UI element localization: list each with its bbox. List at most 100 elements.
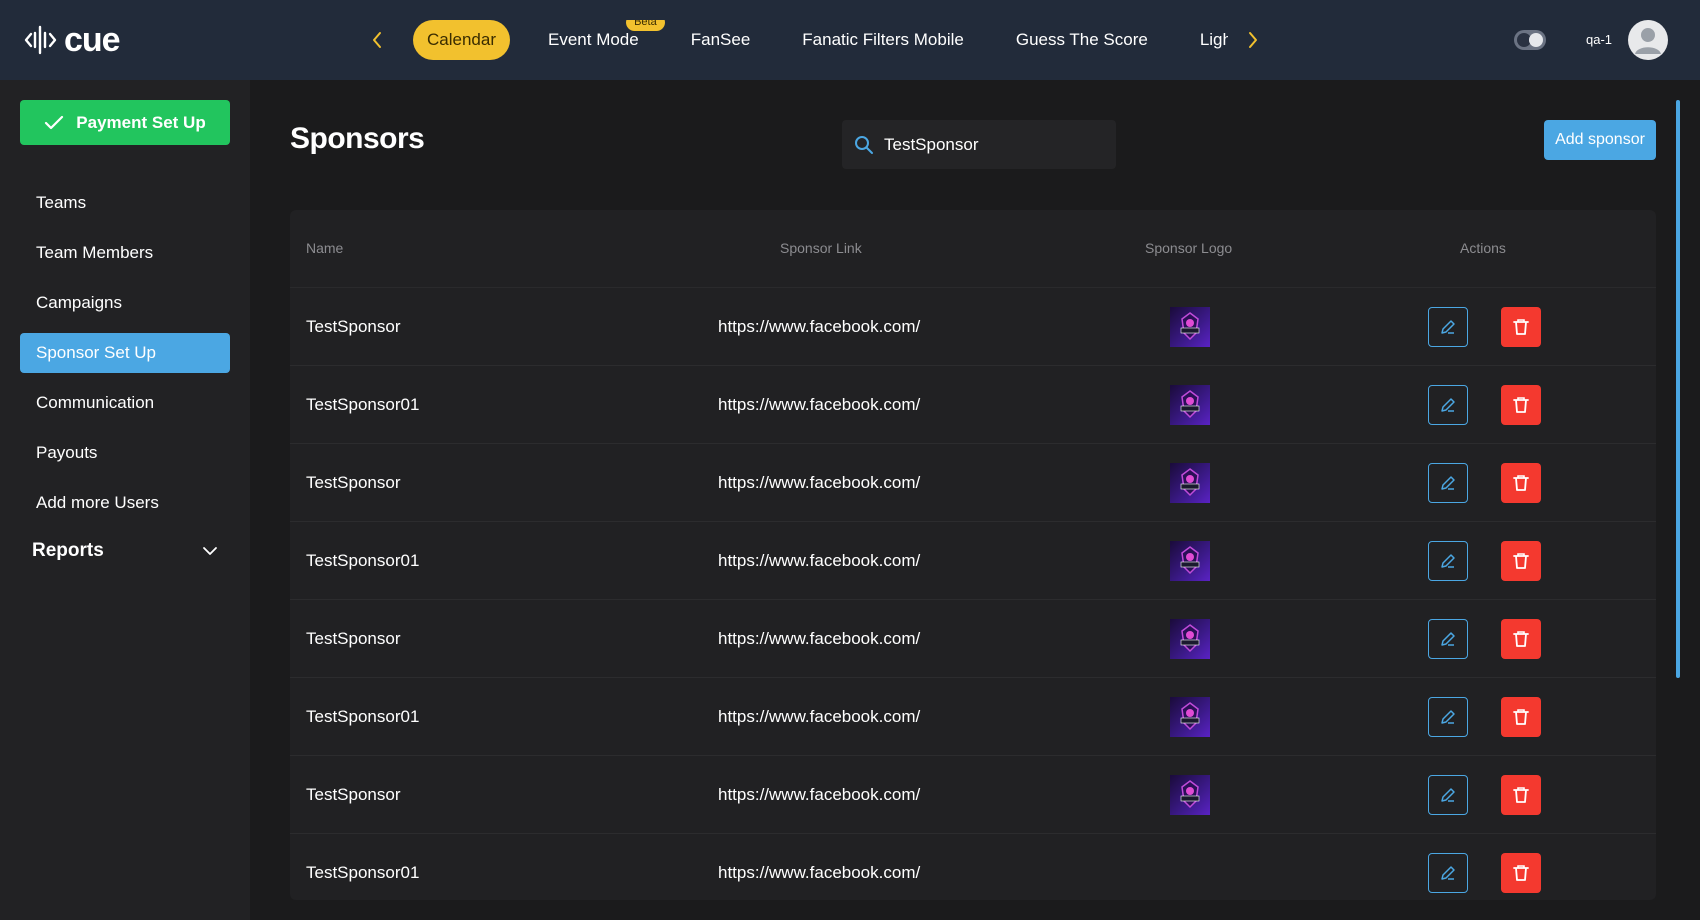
sidebar-item-campaigns[interactable]: Campaigns <box>20 283 230 323</box>
tab-fansee[interactable]: FanSee <box>677 20 765 60</box>
delete-button[interactable] <box>1501 307 1541 347</box>
tab-guess-the-score[interactable]: Guess The Score <box>1002 20 1162 60</box>
sponsor-logo-image <box>1170 385 1210 425</box>
user-avatar-icon <box>1635 28 1661 54</box>
sponsor-link[interactable]: https://www.facebook.com/ <box>718 707 920 727</box>
edit-button[interactable] <box>1428 307 1468 347</box>
sponsor-logo-image <box>1170 463 1210 503</box>
sponsor-link[interactable]: https://www.facebook.com/ <box>718 785 920 805</box>
search-input[interactable] <box>884 134 1104 155</box>
trash-icon <box>1512 629 1530 649</box>
chevron-left-icon <box>373 32 381 48</box>
theme-toggle[interactable] <box>1514 30 1546 50</box>
edit-pencil-icon <box>1438 629 1458 649</box>
sidebar-item-sponsor-set-up[interactable]: Sponsor Set Up <box>20 333 230 373</box>
table-row: TestSponsor https://www.facebook.com/ <box>290 756 1656 834</box>
column-header-actions: Actions <box>1460 240 1506 256</box>
sidebar-item-payouts[interactable]: Payouts <box>20 433 230 473</box>
brand-logo[interactable]: cue <box>24 20 121 60</box>
delete-button[interactable] <box>1501 619 1541 659</box>
sidebar-item-team-members[interactable]: Team Members <box>20 233 230 273</box>
column-header-sponsor-logo: Sponsor Logo <box>1145 240 1233 256</box>
sponsor-logo-image <box>1170 541 1210 581</box>
delete-button[interactable] <box>1501 385 1541 425</box>
table-row: TestSponsor01 https://www.facebook.com/ <box>290 834 1656 900</box>
table-body: TestSponsor https://www.facebook.com/Test… <box>290 288 1656 900</box>
sidebar-item-add-more-users[interactable]: Add more Users <box>20 483 230 523</box>
sponsor-name: TestSponsor01 <box>306 551 420 570</box>
edit-pencil-icon <box>1438 785 1458 805</box>
table-row: TestSponsor https://www.facebook.com/ <box>290 288 1656 366</box>
delete-button[interactable] <box>1501 775 1541 815</box>
trash-icon <box>1512 551 1530 571</box>
edit-button[interactable] <box>1428 619 1468 659</box>
sidebar-reports-dropdown[interactable]: Reports <box>20 531 230 571</box>
sidebar-item-teams[interactable]: Teams <box>20 183 230 223</box>
username-label: qa-1 <box>1586 32 1613 47</box>
column-header-sponsor-link: Sponsor Link <box>780 240 862 256</box>
check-icon <box>45 115 64 129</box>
table-row: TestSponsor01 https://www.facebook.com/ <box>290 678 1656 756</box>
nav-scroll-right-button[interactable] <box>1238 24 1268 56</box>
table-row: TestSponsor https://www.facebook.com/ <box>290 444 1656 522</box>
sponsor-name: TestSponsor <box>306 317 401 336</box>
sponsor-link[interactable]: https://www.facebook.com/ <box>718 863 920 883</box>
tab-fanatic-filters-mobile[interactable]: Fanatic Filters Mobile <box>788 20 978 60</box>
table-header: Name Sponsor Link Sponsor Logo Actions <box>290 210 1656 288</box>
brand-name: cue <box>64 20 121 59</box>
nav-tabs: Calendar Event Mode Beta FanSee Fanatic … <box>413 20 1228 60</box>
user-avatar[interactable] <box>1628 20 1668 60</box>
edit-button[interactable] <box>1428 853 1468 893</box>
sponsor-name: TestSponsor01 <box>306 395 420 414</box>
tab-label: Event Mode <box>548 30 639 49</box>
sponsor-logo-image <box>1170 697 1210 737</box>
sponsors-table: Name Sponsor Link Sponsor Logo Actions T… <box>290 210 1656 900</box>
tab-event-mode[interactable]: Event Mode Beta <box>534 20 665 60</box>
edit-button[interactable] <box>1428 697 1468 737</box>
add-sponsor-button[interactable]: Add sponsor <box>1544 120 1656 160</box>
edit-button[interactable] <box>1428 385 1468 425</box>
trash-icon <box>1512 317 1530 337</box>
scrollbar[interactable] <box>1676 100 1680 678</box>
edit-pencil-icon <box>1438 473 1458 493</box>
waveform-logo-icon <box>24 25 57 55</box>
delete-button[interactable] <box>1501 463 1541 503</box>
edit-button[interactable] <box>1428 775 1468 815</box>
sponsor-logo-image <box>1170 775 1210 815</box>
sponsor-link[interactable]: https://www.facebook.com/ <box>718 629 920 649</box>
delete-button[interactable] <box>1501 697 1541 737</box>
edit-pencil-icon <box>1438 551 1458 571</box>
edit-button[interactable] <box>1428 463 1468 503</box>
trash-icon <box>1512 863 1530 883</box>
delete-button[interactable] <box>1501 853 1541 893</box>
sponsor-link[interactable]: https://www.facebook.com/ <box>718 473 920 493</box>
payment-setup-button[interactable]: Payment Set Up <box>20 100 230 145</box>
page-title: Sponsors <box>290 122 425 155</box>
sponsor-logo-image <box>1170 307 1210 347</box>
sponsor-name: TestSponsor <box>306 629 401 648</box>
edit-pencil-icon <box>1438 707 1458 727</box>
sponsor-link[interactable]: https://www.facebook.com/ <box>718 395 920 415</box>
search-box[interactable] <box>842 120 1116 169</box>
beta-badge: Beta <box>626 20 665 31</box>
reports-label: Reports <box>32 540 104 561</box>
sidebar: Payment Set Up Teams Team Members Campai… <box>0 80 250 920</box>
top-navigation-bar: cue Calendar Event Mode Beta FanSee Fana… <box>0 0 1700 80</box>
sponsor-link[interactable]: https://www.facebook.com/ <box>718 317 920 337</box>
sidebar-item-communication[interactable]: Communication <box>20 383 230 423</box>
chevron-down-icon <box>203 547 217 555</box>
trash-icon <box>1512 785 1530 805</box>
tab-calendar[interactable]: Calendar <box>413 20 510 60</box>
edit-pencil-icon <box>1438 863 1458 883</box>
trash-icon <box>1512 473 1530 493</box>
delete-button[interactable] <box>1501 541 1541 581</box>
edit-button[interactable] <box>1428 541 1468 581</box>
sponsor-link[interactable]: https://www.facebook.com/ <box>718 551 920 571</box>
sponsor-name: TestSponsor <box>306 785 401 804</box>
table-row: TestSponsor01 https://www.facebook.com/ <box>290 366 1656 444</box>
column-header-name: Name <box>306 240 344 256</box>
edit-pencil-icon <box>1438 317 1458 337</box>
tab-light[interactable]: Light <box>1186 20 1228 60</box>
nav-scroll-left-button[interactable] <box>362 24 392 56</box>
moon-icon <box>1529 33 1543 47</box>
